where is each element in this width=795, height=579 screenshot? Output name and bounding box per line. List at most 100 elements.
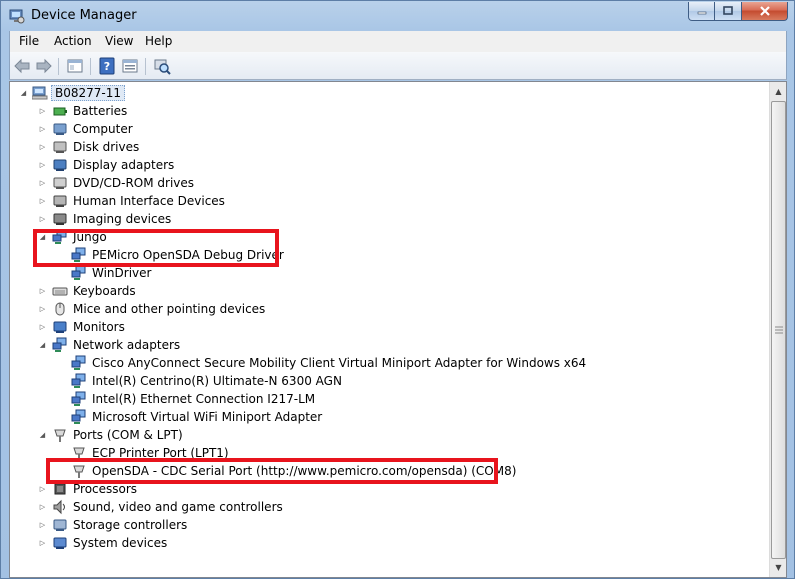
maximize-icon [723, 6, 733, 15]
title-bar[interactable]: Device Manager [1, 1, 794, 31]
show-hide-console-tree-icon[interactable] [66, 57, 84, 75]
device-label: Microsoft Virtual WiFi Miniport Adapter [92, 410, 323, 424]
sound-icon [53, 499, 65, 515]
tree-root[interactable]: ◢ B08277-11 [10, 84, 310, 102]
dvd-drive-icon [53, 177, 67, 189]
category-label: Monitors [73, 320, 125, 334]
disk-drive-icon [53, 141, 67, 153]
expand-arrow-icon[interactable]: ▷ [38, 192, 47, 210]
tree-category-imaging-devices[interactable]: ▷ Imaging devices [10, 210, 760, 228]
category-label: Network adapters [73, 338, 181, 352]
tree-device-intel-r-ethernet-connection-i217-lm[interactable]: Intel(R) Ethernet Connection I217-LM [10, 390, 760, 408]
category-label: Human Interface Devices [73, 194, 225, 208]
network-icon [71, 265, 86, 280]
expand-arrow-icon[interactable]: ▷ [38, 516, 47, 534]
root-computer-name: B08277-11 [51, 85, 126, 101]
maximize-button[interactable] [715, 2, 742, 21]
expand-arrow-icon[interactable]: ▷ [38, 282, 47, 300]
collapse-arrow-icon[interactable]: ◢ [38, 426, 47, 444]
tree-category-ports-com-lpt[interactable]: ◢ Ports (COM & LPT) [10, 426, 760, 444]
vertical-scrollbar[interactable]: ▲ ▼ [769, 82, 786, 577]
system-icon [53, 537, 67, 549]
tree-category-mice-and-other-pointing-devices[interactable]: ▷ Mice and other pointing devices [10, 300, 760, 318]
tree-category-storage-controllers[interactable]: ▷ Storage controllers [10, 516, 760, 534]
menu-help[interactable]: Help [145, 34, 172, 48]
device-manager-window: Device Manager File Action View Help ? ◢… [0, 0, 795, 579]
expand-arrow-icon[interactable]: ▷ [38, 174, 47, 192]
tree-device-intel-r-centrino-r-ultimate-n-6300-agn[interactable]: Intel(R) Centrino(R) Ultimate-N 6300 AGN [10, 372, 760, 390]
expand-arrow-icon[interactable]: ▷ [38, 138, 47, 156]
category-label: Processors [73, 482, 138, 496]
network-icon [71, 373, 86, 388]
back-icon[interactable] [13, 57, 31, 75]
tree-category-system-devices[interactable]: ▷ System devices [10, 534, 760, 552]
menu-action[interactable]: Action [54, 34, 92, 48]
forward-icon[interactable] [35, 57, 53, 75]
menu-view[interactable]: View [105, 34, 133, 48]
storage-icon [53, 519, 67, 531]
device-manager-icon [9, 9, 25, 24]
properties-icon[interactable] [121, 57, 139, 75]
scroll-up-arrow-icon[interactable]: ▲ [771, 83, 786, 100]
device-label: WinDriver [92, 266, 152, 280]
highlight-box-jungo [33, 229, 279, 267]
tree-category-network-adapters[interactable]: ◢ Network adapters [10, 336, 760, 354]
tree-category-batteries[interactable]: ▷ Batteries [10, 102, 760, 120]
help-icon[interactable]: ? [98, 57, 116, 75]
scrollbar-thumb[interactable] [771, 101, 786, 559]
tree-device-cisco-anyconnect-secure-mobility-client-virtual-miniport-adapter-for-windows-x64[interactable]: Cisco AnyConnect Secure Mobility Client … [10, 354, 760, 372]
computer-icon [32, 86, 48, 100]
hid-icon [53, 195, 67, 207]
collapse-arrow-icon[interactable]: ◢ [38, 336, 47, 354]
computer-icon [53, 123, 67, 135]
expand-arrow-icon[interactable]: ▷ [38, 318, 47, 336]
menu-file[interactable]: File [19, 34, 39, 48]
keyboard-icon [52, 287, 68, 296]
expand-arrow-icon[interactable]: ▷ [38, 156, 47, 174]
tree-category-human-interface-devices[interactable]: ▷ Human Interface Devices [10, 192, 760, 210]
expand-arrow-icon[interactable]: ▷ [38, 534, 47, 552]
category-label: Ports (COM & LPT) [73, 428, 183, 442]
scroll-down-arrow-icon[interactable]: ▼ [771, 559, 786, 576]
tree-category-display-adapters[interactable]: ▷ Display adapters [10, 156, 760, 174]
collapse-arrow-icon[interactable]: ◢ [19, 84, 28, 102]
battery-icon [53, 107, 67, 116]
menu-bar: File Action View Help [9, 31, 787, 52]
category-label: Keyboards [73, 284, 136, 298]
minimize-button[interactable] [688, 2, 715, 21]
svg-text:?: ? [104, 60, 110, 73]
category-label: DVD/CD-ROM drives [73, 176, 195, 190]
toolbar-separator [90, 58, 91, 75]
tree-category-keyboards[interactable]: ▷ Keyboards [10, 282, 760, 300]
toolbar-separator [58, 58, 59, 75]
close-button[interactable] [742, 2, 788, 21]
device-tree-pane: ◢ B08277-11 ▷ Batteries ▷ Computer ▷ Disk dri… [9, 81, 787, 578]
expand-arrow-icon[interactable]: ▷ [38, 498, 47, 516]
category-label: Storage controllers [73, 518, 188, 532]
tree-device-microsoft-virtual-wifi-miniport-adapter[interactable]: Microsoft Virtual WiFi Miniport Adapter [10, 408, 760, 426]
minimize-icon [697, 11, 706, 15]
expand-arrow-icon[interactable]: ▷ [38, 120, 47, 138]
scan-hardware-icon[interactable] [153, 57, 171, 75]
network-icon [52, 337, 67, 352]
category-label: Imaging devices [73, 212, 172, 226]
network-icon [71, 355, 86, 370]
close-icon [759, 6, 770, 16]
category-label: Display adapters [73, 158, 175, 172]
tree-category-sound-video-and-game-controllers[interactable]: ▷ Sound, video and game controllers [10, 498, 760, 516]
device-tree[interactable]: ◢ B08277-11 ▷ Batteries ▷ Computer ▷ Disk dri… [10, 82, 770, 577]
expand-arrow-icon[interactable]: ▷ [38, 300, 47, 318]
tree-category-computer[interactable]: ▷ Computer [10, 120, 760, 138]
window-title: Device Manager [31, 8, 137, 23]
toolbar-separator [145, 58, 146, 75]
caption-buttons [688, 2, 788, 22]
mouse-icon [55, 302, 65, 316]
expand-arrow-icon[interactable]: ▷ [38, 102, 47, 120]
camera-icon [53, 213, 67, 225]
tree-category-disk-drives[interactable]: ▷ Disk drives [10, 138, 760, 156]
network-icon [71, 391, 86, 406]
tree-category-monitors[interactable]: ▷ Monitors [10, 318, 760, 336]
port-icon [54, 429, 66, 442]
tree-category-dvd-cd-rom-drives[interactable]: ▷ DVD/CD-ROM drives [10, 174, 760, 192]
expand-arrow-icon[interactable]: ▷ [38, 210, 47, 228]
